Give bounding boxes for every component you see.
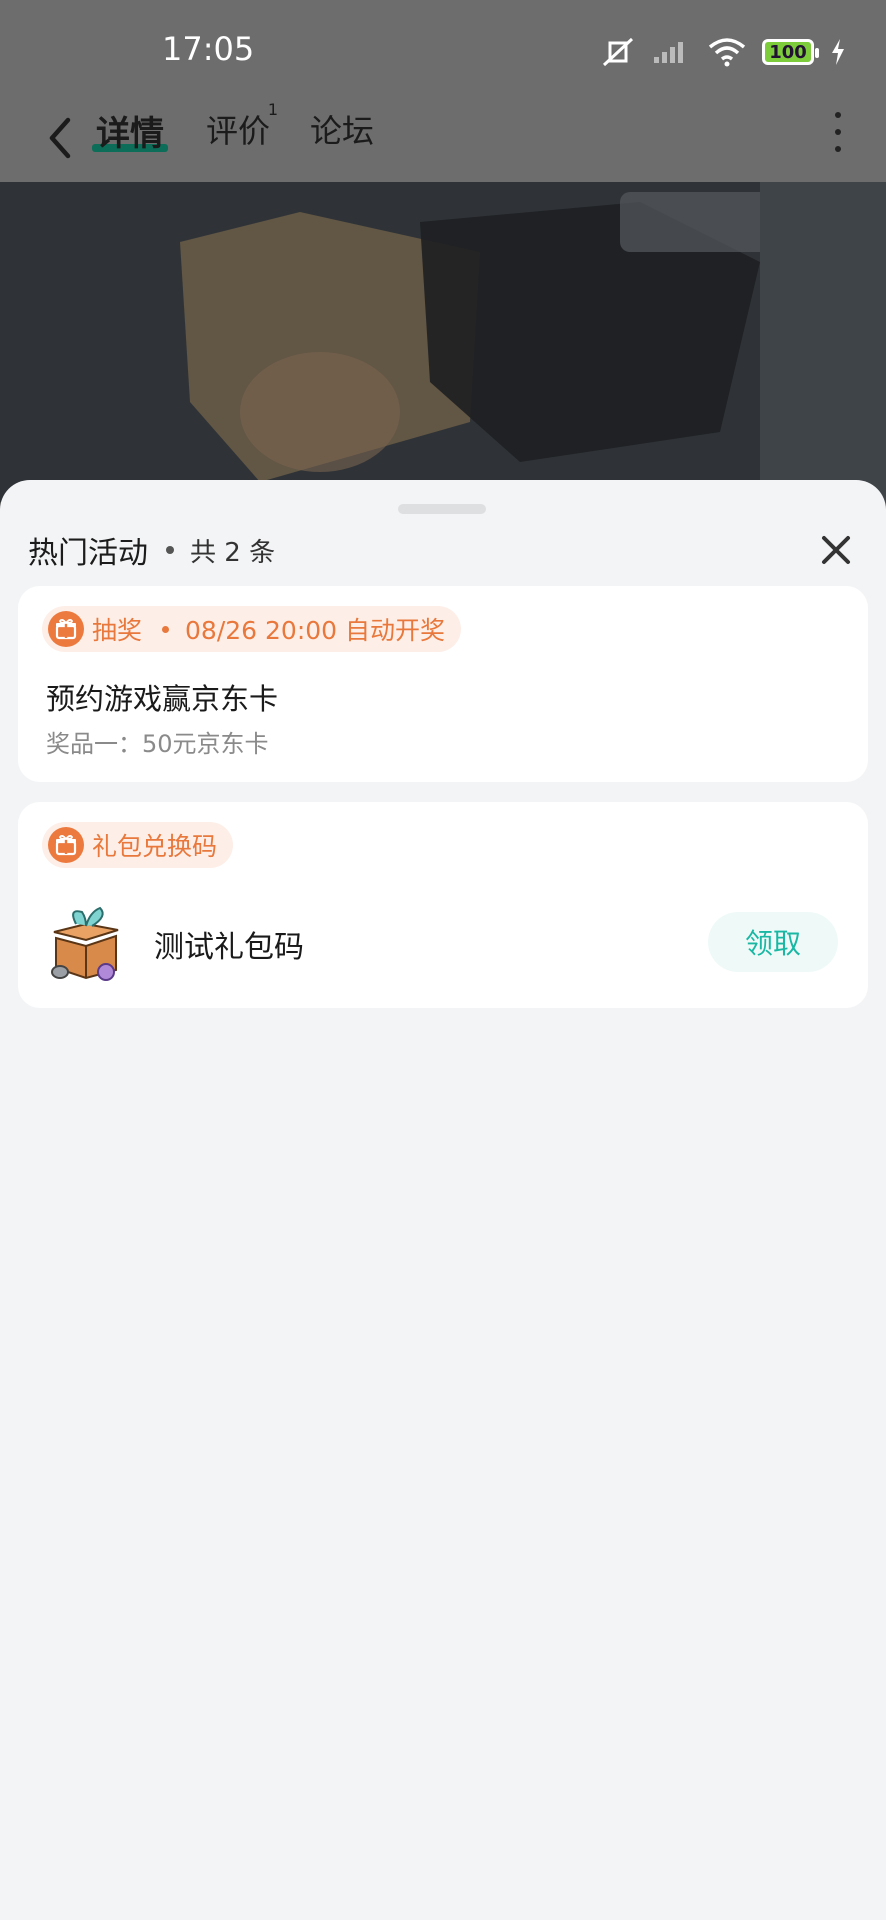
close-icon[interactable]: [816, 530, 856, 570]
mute-vibrate-icon: [602, 37, 634, 67]
status-icons: 100: [600, 32, 846, 72]
tab-review[interactable]: 评价 1: [206, 100, 278, 152]
gift-code-card: 礼包兑换码 测试礼包码 领取: [18, 802, 868, 1008]
cellular-signal-icon: [654, 42, 683, 63]
title-separator-dot: [166, 546, 174, 554]
lottery-tag: 抽奖 08/26 20:00 自动开奖: [42, 606, 462, 652]
sheet-header: 热门活动 共 2 条: [28, 528, 275, 572]
hero-image: [0, 182, 886, 502]
battery-indicator: 100: [762, 39, 819, 65]
lottery-title: 预约游戏赢京东卡: [46, 682, 279, 716]
lottery-prize: 奖品一：50元京东卡: [46, 730, 269, 758]
tag-separator-dot: [162, 625, 170, 633]
sheet-drag-handle[interactable]: [398, 504, 486, 514]
gift-code-tag-label: 礼包兑换码: [92, 832, 218, 861]
wifi-icon: [708, 38, 746, 67]
more-options-icon[interactable]: [830, 112, 846, 152]
status-bar: 17:05 100: [0, 0, 886, 100]
tab-review-label: 评价: [206, 112, 271, 150]
gift-icon: [48, 827, 84, 863]
lottery-card[interactable]: 抽奖 08/26 20:00 自动开奖 预约游戏赢京东卡 奖品一：50元京东卡: [18, 586, 868, 782]
back-icon[interactable]: [36, 108, 86, 168]
tab-forum[interactable]: 论坛: [310, 106, 374, 152]
status-time: 17:05: [162, 30, 255, 68]
gift-code-name: 测试礼包码: [154, 930, 304, 965]
gift-icon: [48, 611, 84, 647]
review-count-badge: 1: [267, 100, 279, 119]
sheet-title: 热门活动: [28, 536, 148, 571]
nav-bar: 详情 评价 1 论坛: [0, 100, 886, 182]
hero-artwork: [0, 182, 886, 502]
activities-sheet: 热门活动 共 2 条 抽奖 08/26 20:00 自动开奖 预约游戏赢京东卡 …: [0, 480, 886, 1920]
tab-detail[interactable]: 详情: [96, 106, 164, 155]
claim-button[interactable]: 领取: [708, 912, 838, 972]
gift-code-tag: 礼包兑换码: [42, 822, 234, 868]
charging-icon: [832, 39, 844, 65]
lottery-tag-label: 抽奖: [92, 616, 143, 645]
activity-count: 共 2 条: [190, 537, 276, 568]
lottery-draw-time: 08/26 20:00 自动开奖: [185, 616, 446, 645]
gift-box-image: [51, 906, 119, 981]
